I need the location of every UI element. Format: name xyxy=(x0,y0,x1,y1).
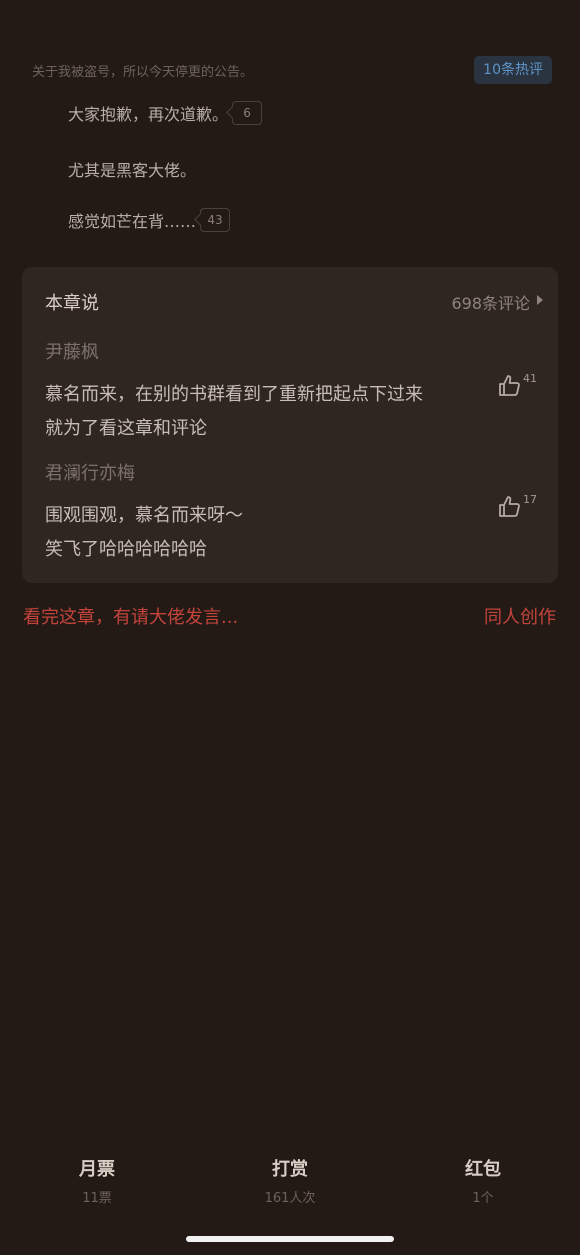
comment-line: 就为了看这章和评论 xyxy=(45,418,207,439)
like-button[interactable]: 17 xyxy=(498,493,538,523)
home-indicator[interactable] xyxy=(186,1236,394,1242)
fan-fiction-link[interactable]: 同人创作 xyxy=(484,603,556,629)
paragraph-comment-bubble[interactable]: 43 xyxy=(200,208,231,232)
bottom-action-bar: 月票 11票 打赏 161人次 红包 1个 xyxy=(0,1155,580,1215)
like-count: 17 xyxy=(523,493,537,506)
tab-subtitle: 1个 xyxy=(472,1191,494,1206)
hot-comments-badge[interactable]: 10条热评 xyxy=(474,56,552,84)
comment-item[interactable]: 尹藤枫 慕名而来，在别的书群看到了重新把起点下过来 就为了看这章和评论 41 xyxy=(45,338,540,446)
comment-line: 笑飞了哈哈哈哈哈哈 xyxy=(45,539,207,560)
comment-username[interactable]: 尹藤枫 xyxy=(45,338,540,364)
paragraph-comment-bubble[interactable]: 6 xyxy=(232,101,263,125)
monthly-ticket-button[interactable]: 月票 11票 xyxy=(32,1155,162,1206)
comment-username[interactable]: 君澜行亦梅 xyxy=(45,459,540,485)
chapter-notice-title: 关于我被盗号，所以今天停更的公告。 xyxy=(32,65,254,80)
like-count: 41 xyxy=(523,372,537,385)
tab-subtitle: 161人次 xyxy=(264,1191,316,1206)
tab-title: 月票 xyxy=(79,1159,115,1180)
red-packet-button[interactable]: 红包 1个 xyxy=(418,1155,548,1206)
chevron-right-icon xyxy=(537,295,543,305)
paragraph-text: 感觉如芒在背…… xyxy=(68,212,197,231)
comment-count-link[interactable]: 698条评论 xyxy=(451,290,530,314)
comment-line: 慕名而来，在别的书群看到了重新把起点下过来 xyxy=(45,384,423,405)
post-comment-prompt[interactable]: 看完这章，有请大佬发言... xyxy=(23,603,238,629)
comment-line: 围观围观，慕名而来呀～ xyxy=(45,505,243,526)
thumbs-up-icon xyxy=(499,375,520,396)
paragraph-line: 感觉如芒在背…… 43 xyxy=(68,208,231,232)
paragraph-line: 尤其是黑客大佬。 xyxy=(68,157,196,181)
paragraph-line: 大家抱歉，再次道歉。 6 xyxy=(68,101,263,125)
like-button[interactable]: 41 xyxy=(498,372,538,402)
tab-title: 红包 xyxy=(465,1159,501,1180)
reward-button[interactable]: 打赏 161人次 xyxy=(225,1155,355,1206)
comment-body: 慕名而来，在别的书群看到了重新把起点下过来 就为了看这章和评论 xyxy=(45,378,475,446)
card-title: 本章说 xyxy=(45,293,99,314)
comment-body: 围观围观，慕名而来呀～ 笑飞了哈哈哈哈哈哈 xyxy=(45,499,475,567)
paragraph-text: 大家抱歉，再次道歉。 xyxy=(68,105,229,124)
thumbs-up-icon xyxy=(499,496,520,517)
comment-item[interactable]: 君澜行亦梅 围观围观，慕名而来呀～ 笑飞了哈哈哈哈哈哈 17 xyxy=(45,459,540,567)
tab-title: 打赏 xyxy=(272,1159,308,1180)
tab-subtitle: 11票 xyxy=(82,1191,112,1206)
chapter-comments-card[interactable]: 本章说 698条评论 尹藤枫 慕名而来，在别的书群看到了重新把起点下过来 就为了… xyxy=(22,267,558,583)
paragraph-text: 尤其是黑客大佬。 xyxy=(68,161,197,180)
chapter-header: 关于我被盗号，所以今天停更的公告。 10条热评 xyxy=(32,56,552,86)
